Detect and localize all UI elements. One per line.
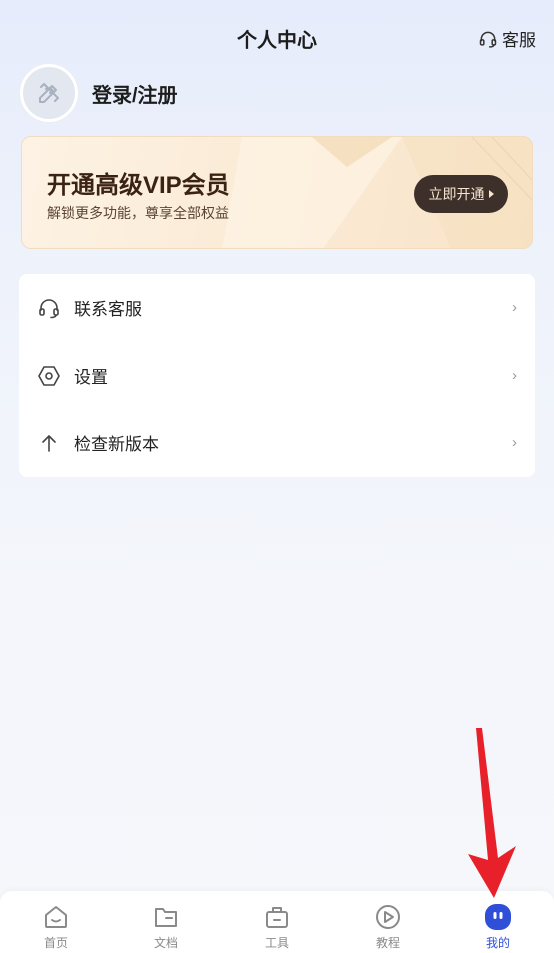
customer-service-button[interactable]: 客服 (478, 26, 536, 51)
headset-icon (39, 298, 59, 318)
top-header: 个人中心 客服 (0, 0, 554, 72)
tab-tools[interactable]: 工具 (222, 891, 332, 953)
customer-service-label: 客服 (502, 31, 536, 50)
menu-item-check-update[interactable]: 检查新版本 › (19, 409, 535, 476)
home-icon (45, 906, 67, 928)
tab-mine[interactable]: 我的 (443, 891, 553, 953)
vip-banner[interactable]: 开通高级VIP会员 解锁更多功能，尊享全部权益 立即开通 (21, 136, 533, 249)
vip-activate-label: 立即开通 (428, 186, 485, 202)
menu-item-settings[interactable]: 设置 › (19, 342, 535, 409)
tab-label: 教程 (375, 936, 400, 950)
chevron-right-icon: › (512, 367, 517, 384)
pencil-ruler-icon (39, 83, 59, 103)
menu-item-contact-support[interactable]: 联系客服 › (19, 274, 535, 341)
profile-section: 登录/注册 (20, 64, 178, 122)
login-register-link[interactable]: 登录/注册 (92, 79, 178, 108)
chevron-right-icon: › (512, 434, 517, 451)
menu-item-label: 检查新版本 (74, 435, 159, 454)
avatar[interactable] (20, 64, 78, 122)
tab-label: 我的 (485, 936, 510, 950)
vip-title: 开通高级VIP会员 (47, 172, 230, 199)
tab-label: 首页 (43, 936, 68, 950)
toolbox-icon (266, 907, 288, 928)
menu-item-label: 设置 (74, 368, 108, 387)
arrow-up-icon (42, 434, 56, 452)
profile-face-icon (485, 904, 511, 930)
menu-item-label: 联系客服 (74, 300, 142, 319)
bottom-tab-bar: 首页 文档 工具 教程 我的 (0, 891, 554, 953)
settings-menu: 联系客服 › 设置 › 检查新版本 › (19, 274, 535, 477)
chevron-right-icon: › (512, 299, 517, 316)
vip-subtitle: 解锁更多功能，尊享全部权益 (47, 205, 229, 221)
folder-icon (155, 908, 177, 927)
tab-label: 工具 (264, 936, 289, 950)
headset-icon (479, 31, 497, 48)
vip-activate-button[interactable]: 立即开通 (414, 175, 508, 213)
tab-label: 文档 (153, 936, 178, 950)
tab-home[interactable]: 首页 (1, 891, 111, 953)
page-title: 个人中心 (237, 30, 317, 52)
play-circle-icon (376, 905, 400, 929)
tab-tutorials[interactable]: 教程 (333, 891, 443, 953)
play-triangle-icon (488, 190, 494, 198)
tab-documents[interactable]: 文档 (111, 891, 221, 953)
hexagon-settings-icon (38, 365, 60, 386)
